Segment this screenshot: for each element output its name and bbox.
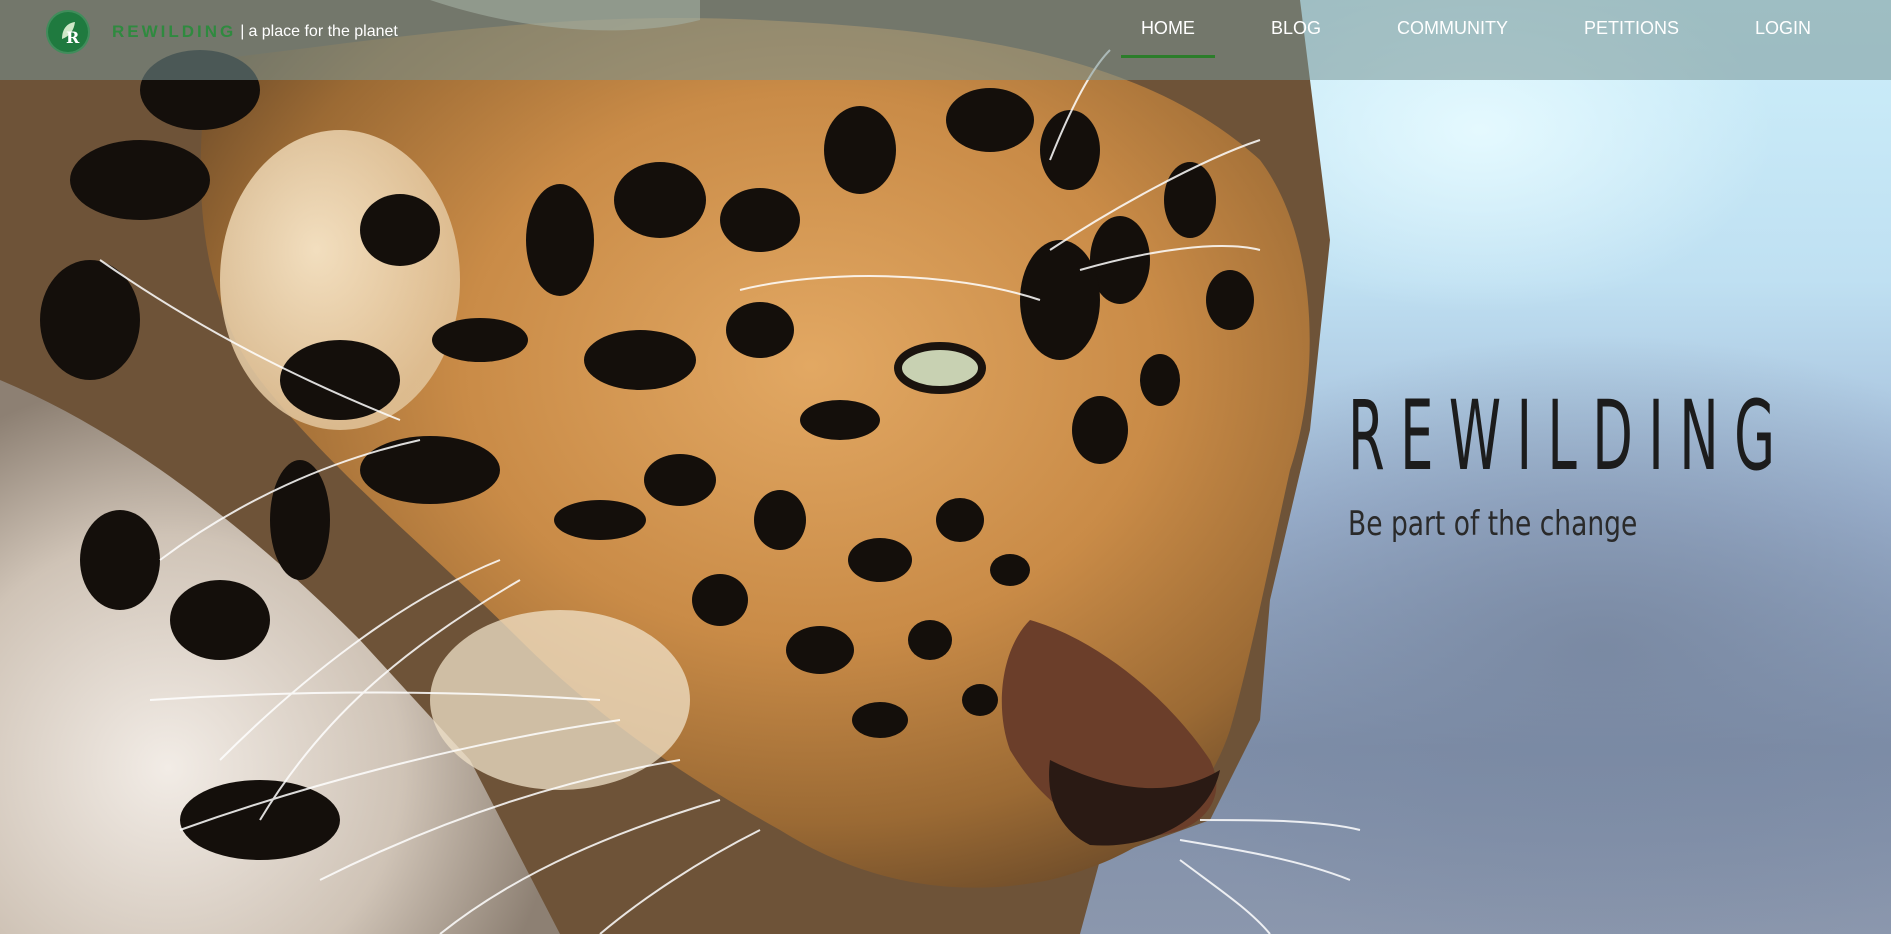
leaf-r-icon[interactable]: R bbox=[46, 10, 90, 54]
nav-community[interactable]: COMMUNITY bbox=[1377, 0, 1528, 56]
nav-home[interactable]: HOME bbox=[1120, 0, 1215, 58]
hero-subtitle: Be part of the change bbox=[1348, 504, 1638, 544]
nav-blog[interactable]: BLOG bbox=[1251, 0, 1341, 56]
top-navbar: R REWILDING | a place for the planet HOM… bbox=[0, 0, 1891, 80]
nav-petitions[interactable]: PETITIONS bbox=[1564, 0, 1699, 56]
brand[interactable]: R REWILDING | a place for the planet bbox=[46, 10, 398, 54]
hero-title: REWILDING bbox=[1348, 380, 1791, 492]
brand-tagline: a place for the planet bbox=[248, 23, 398, 40]
svg-text:R: R bbox=[66, 28, 80, 47]
brand-separator: | bbox=[240, 23, 245, 40]
brand-name[interactable]: REWILDING bbox=[112, 22, 236, 42]
main-nav: HOME BLOG COMMUNITY PETITIONS LOGIN bbox=[1085, 0, 1831, 80]
nav-login[interactable]: LOGIN bbox=[1735, 0, 1831, 56]
